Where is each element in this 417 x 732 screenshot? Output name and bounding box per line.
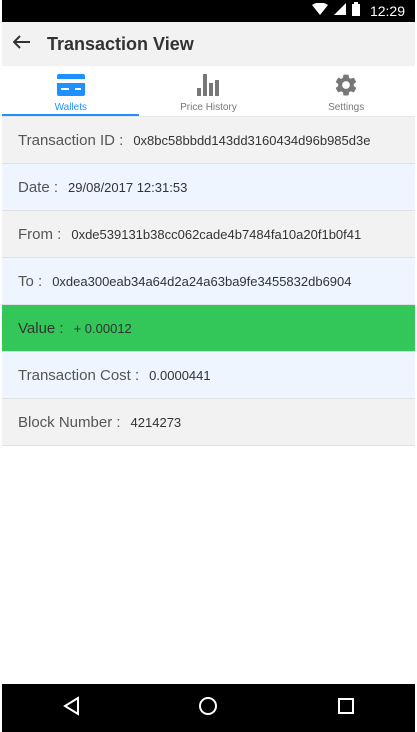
back-button[interactable] xyxy=(2,22,42,66)
wallet-card-icon xyxy=(56,72,85,98)
tab-wallets[interactable]: Wallets xyxy=(2,66,140,116)
detail-label: Date : xyxy=(18,178,59,196)
circle-home-icon xyxy=(198,696,218,721)
detail-value: 0.0000441 xyxy=(149,367,211,383)
signal-icon xyxy=(333,2,346,20)
phone-frame: 12:29 Transaction View Wallets Price His… xyxy=(2,0,415,732)
tab-price-history[interactable]: Price History xyxy=(140,66,278,116)
detail-row-from: From : 0xde539131b38cc062cade4b7484fa10a… xyxy=(2,211,415,258)
status-time: 12:29 xyxy=(369,3,405,19)
tab-label: Price History xyxy=(180,102,237,113)
detail-row-date: Date : 29/08/2017 12:31:53 xyxy=(2,164,415,211)
tab-settings[interactable]: Settings xyxy=(277,66,415,116)
status-bar: 12:29 xyxy=(2,0,415,22)
tab-label: Wallets xyxy=(54,102,88,113)
detail-row-transaction-cost: Transaction Cost : 0.0000441 xyxy=(2,352,415,399)
bar-chart-icon xyxy=(194,72,222,98)
detail-row-to: To : 0xdea300eab34a64d2a24a63ba9fe345583… xyxy=(2,258,415,305)
detail-label: Value : xyxy=(18,319,64,337)
detail-value: 4214273 xyxy=(130,414,182,430)
detail-value: 0xdea300eab34a64d2a24a63ba9fe3455832db69… xyxy=(52,273,352,289)
transaction-details: Transaction ID : 0x8bc58bbdd143dd3160434… xyxy=(2,117,415,446)
detail-value: 29/08/2017 12:31:53 xyxy=(68,179,188,195)
tab-label: Settings xyxy=(328,102,365,113)
battery-icon xyxy=(351,1,360,21)
tab-bar: Wallets Price History Settings xyxy=(2,66,415,117)
gear-icon xyxy=(332,72,360,98)
detail-value: 0x8bc58bbdd143dd3160434d96b985d3e xyxy=(133,132,371,148)
android-nav-bar xyxy=(2,684,415,732)
detail-value: + 0.00012 xyxy=(73,320,132,336)
wifi-icon xyxy=(311,2,328,20)
status-icons: 12:29 xyxy=(311,0,405,22)
nav-back-button[interactable] xyxy=(41,684,101,732)
detail-label: From : xyxy=(18,225,62,243)
triangle-back-icon xyxy=(62,695,80,721)
detail-row-block-number: Block Number : 4214273 xyxy=(2,399,415,446)
nav-home-button[interactable] xyxy=(178,684,238,732)
square-recents-icon xyxy=(337,697,355,720)
nav-recents-button[interactable] xyxy=(316,684,376,732)
detail-label: Transaction ID : xyxy=(18,131,124,149)
detail-label: Transaction Cost : xyxy=(18,366,140,384)
app-bar: Transaction View xyxy=(2,22,415,66)
detail-label: To : xyxy=(18,272,43,290)
detail-value: 0xde539131b38cc062cade4b7484fa10a20f1b0f… xyxy=(71,226,362,242)
detail-row-transaction-id: Transaction ID : 0x8bc58bbdd143dd3160434… xyxy=(2,117,415,164)
detail-row-value: Value : + 0.00012 xyxy=(2,305,415,352)
detail-label: Block Number : xyxy=(18,413,121,431)
arrow-left-icon xyxy=(12,34,31,54)
page-title: Transaction View xyxy=(47,33,194,54)
